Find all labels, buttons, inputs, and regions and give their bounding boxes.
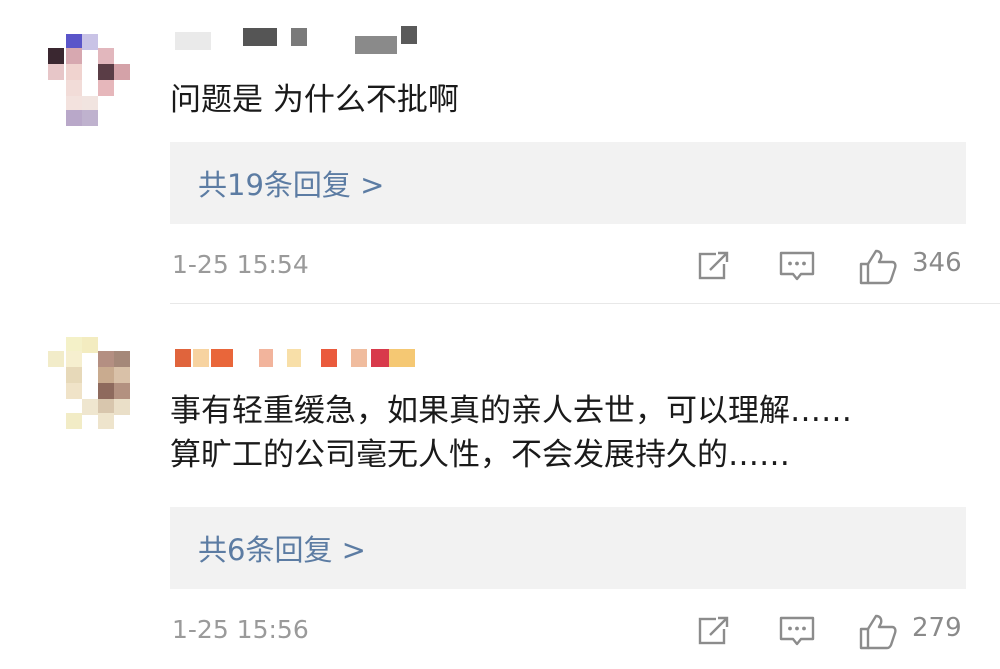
avatar[interactable]: [48, 337, 132, 429]
comment-icon[interactable]: [778, 248, 816, 284]
comment-item: 问题是 为什么不批啊 共19条回复 > 1-25 15:54 346: [0, 0, 1000, 305]
share-icon[interactable]: [696, 613, 732, 649]
view-replies-link[interactable]: 共19条回复 >: [198, 162, 384, 204]
reply-box: 共19条回复 >: [170, 142, 966, 224]
comment-actions: 279: [690, 611, 970, 651]
like-icon[interactable]: [858, 248, 898, 286]
share-icon[interactable]: [696, 248, 732, 284]
comment-item: 事有轻重缓急，如果真的亲人去世，可以理解…… 算旷工的公司毫无人性，不会发展持久…: [0, 307, 1000, 669]
view-replies-link[interactable]: 共6条回复 >: [198, 527, 366, 569]
comment-text-line: 事有轻重缓急，如果真的亲人去世，可以理解……: [170, 393, 852, 429]
reply-box: 共6条回复 >: [170, 507, 966, 589]
divider: [170, 303, 1000, 304]
comment-text-line: 算旷工的公司毫无人性，不会发展持久的……: [170, 437, 790, 473]
comment-actions: 346: [690, 246, 970, 286]
comment-icon[interactable]: [778, 613, 816, 649]
avatar[interactable]: [48, 34, 132, 126]
comment-text: 事有轻重缓急，如果真的亲人去世，可以理解…… 算旷工的公司毫无人性，不会发展持久…: [170, 389, 852, 477]
comment-text: 问题是 为什么不批啊: [170, 82, 459, 118]
like-icon[interactable]: [858, 613, 898, 651]
comment-timestamp: 1-25 15:54: [172, 250, 309, 279]
like-count: 279: [912, 613, 962, 643]
like-count: 346: [912, 248, 962, 278]
comment-timestamp: 1-25 15:56: [172, 615, 309, 644]
